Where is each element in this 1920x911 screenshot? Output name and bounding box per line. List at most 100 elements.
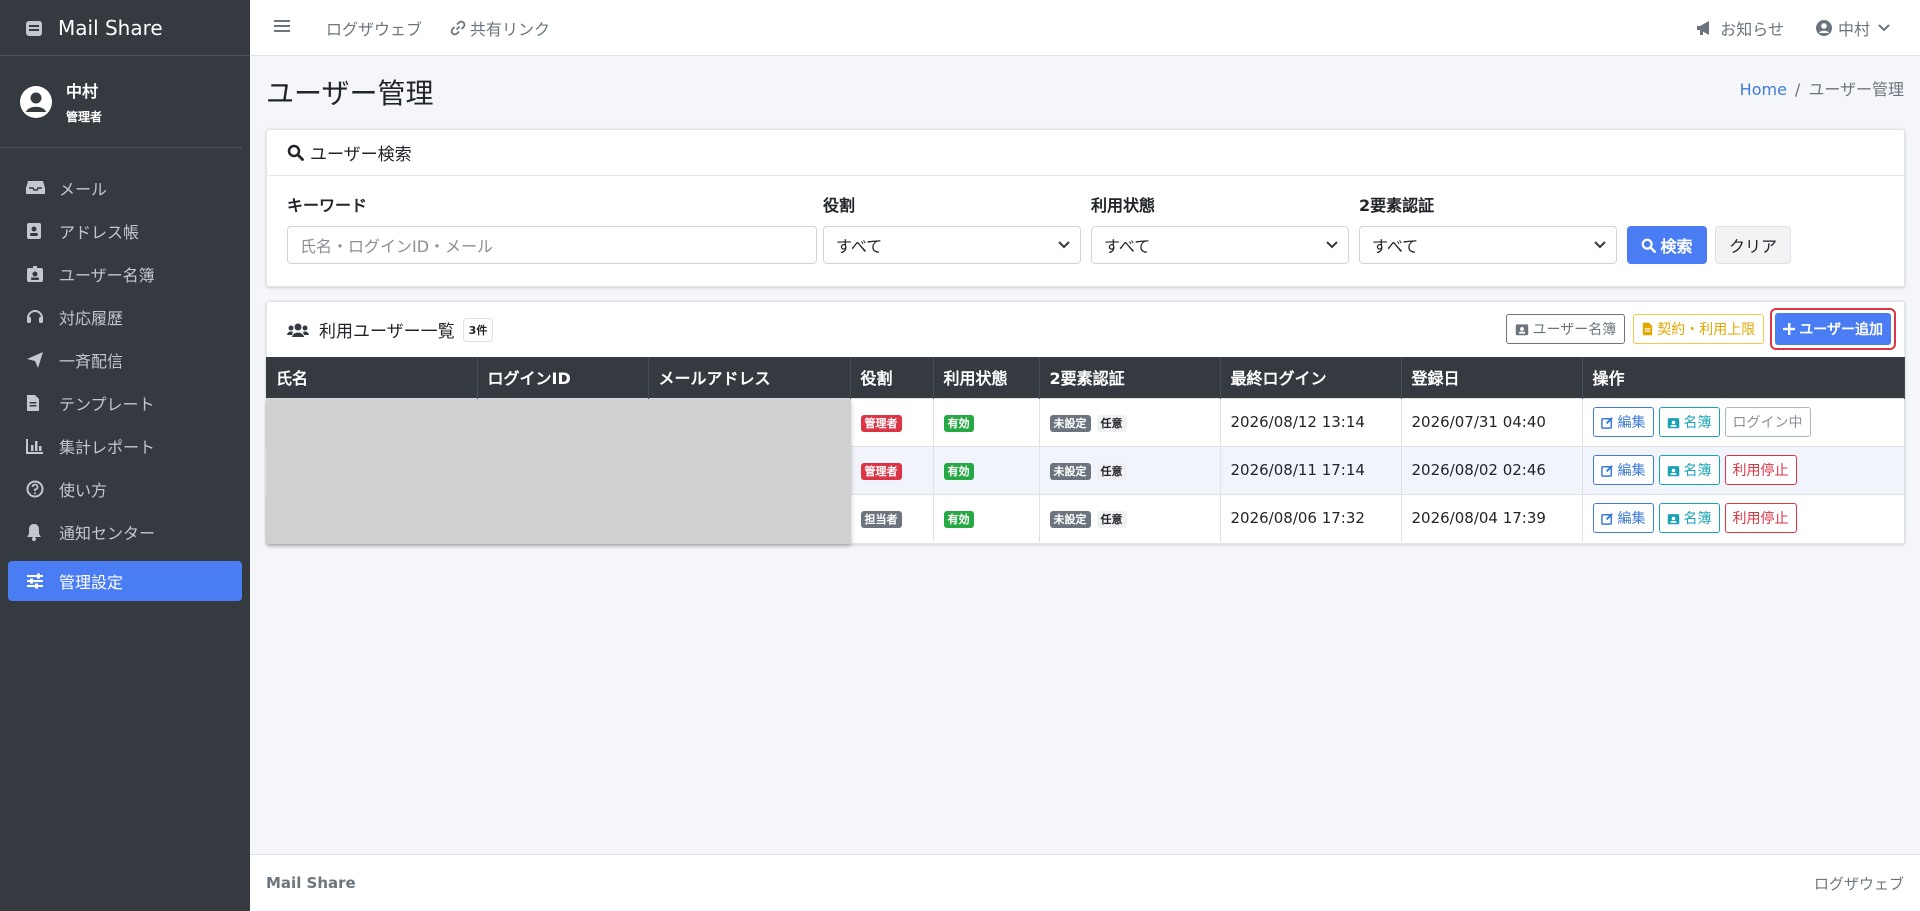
status-badge: 有効 — [943, 510, 974, 528]
clear-button[interactable]: クリア — [1715, 226, 1791, 264]
sidebar-item-template[interactable]: テンプレート — [0, 381, 250, 424]
column-header[interactable]: 2要素認証 — [1039, 357, 1221, 398]
user-menu[interactable]: 中村 — [1815, 16, 1896, 40]
user-role: 管理者 — [66, 110, 103, 124]
suspend-button[interactable]: 利用停止 — [1724, 455, 1797, 485]
search-card-title: ユーザー検索 — [310, 145, 412, 165]
column-header[interactable]: 最終ログイン — [1220, 357, 1402, 398]
column-header[interactable]: ログインID — [477, 357, 649, 398]
chevron-down-icon — [1326, 241, 1338, 249]
logged-in-button: ログイン中 — [1724, 407, 1811, 437]
user-directory-button[interactable]: ユーザー名簿 — [1505, 314, 1626, 344]
twofa-label: 2要素認証 — [1359, 196, 1435, 215]
file-icon — [26, 393, 50, 413]
id-badge-icon — [1515, 324, 1528, 336]
question-icon — [26, 479, 50, 499]
role-cell: 管理者 — [850, 397, 934, 446]
column-header[interactable]: メールアドレス — [648, 357, 851, 398]
breadcrumb-separator: / — [1794, 80, 1801, 99]
role-cell: 管理者 — [850, 445, 934, 494]
status-cell: 有効 — [933, 397, 1040, 446]
sidebar-item-history[interactable]: 対応履歴 — [0, 295, 250, 338]
main-content: ユーザー管理 Home / ユーザー管理 ユーザー検索 キーワード 氏名・ログインI… — [250, 56, 1920, 854]
status-select[interactable]: すべて — [1091, 226, 1349, 264]
sidebar-item-admin-settings[interactable]: 管理設定 — [8, 561, 242, 601]
column-header[interactable]: 役割 — [850, 357, 934, 398]
twofa-select-value: すべて — [1372, 237, 1419, 256]
status-cell: 有効 — [933, 493, 1040, 542]
breadcrumb: Home / ユーザー管理 — [1740, 76, 1904, 100]
twofa-cell: 未設定 任意 — [1039, 493, 1221, 542]
sidebar-nav: メール アドレス帳 ユーザー名簿 対応履歴 一斉配信 テンプレート 集計レポート — [0, 148, 250, 601]
user-directory-button-label: ユーザー名簿 — [1532, 322, 1617, 338]
search-card-header: ユーザー検索 — [267, 130, 1904, 176]
chevron-down-icon — [1878, 23, 1890, 31]
footer-link[interactable]: ログザウェブ — [1814, 873, 1904, 894]
directory-button[interactable]: 名簿 — [1658, 455, 1720, 485]
file-contract-icon — [1643, 322, 1653, 336]
twofa-select[interactable]: すべて — [1359, 226, 1617, 264]
suspend-button[interactable]: 利用停止 — [1724, 503, 1797, 534]
keyword-input[interactable]: 氏名・ログインID・メール — [287, 226, 817, 264]
sidebar-item-broadcast[interactable]: 一斉配信 — [0, 338, 250, 381]
role-select-value: すべて — [836, 237, 883, 256]
sidebar-item-user-directory[interactable]: ユーザー名簿 — [0, 252, 250, 295]
last-login-cell: 2026/08/06 17:32 — [1220, 493, 1402, 542]
directory-button-label: 名簿 — [1683, 415, 1712, 431]
sidebar-item-notifications[interactable]: 通知センター — [0, 510, 250, 553]
sidebar-item-label: メール — [59, 179, 108, 199]
add-user-button[interactable]: ユーザー追加 — [1775, 313, 1891, 345]
add-user-highlight: ユーザー追加 — [1770, 308, 1896, 350]
directory-button-label: 名簿 — [1683, 511, 1712, 528]
directory-button[interactable]: 名簿 — [1658, 407, 1720, 437]
sidebar-item-label: アドレス帳 — [59, 222, 140, 242]
edit-button[interactable]: 編集 — [1592, 455, 1654, 485]
top-link-logthe-web[interactable]: ログザウェブ — [326, 16, 422, 40]
edit-button[interactable]: 編集 — [1592, 503, 1654, 534]
contract-limit-button[interactable]: 契約・利用上限 — [1633, 314, 1765, 344]
breadcrumb-home-link[interactable]: Home — [1740, 80, 1787, 99]
registered-cell: 2026/08/04 17:39 — [1401, 493, 1583, 542]
brand[interactable]: Mail Share — [0, 0, 250, 56]
top-link-shared-links[interactable]: 共有リンク — [450, 16, 550, 40]
chart-icon — [26, 436, 50, 456]
shared-links-label: 共有リンク — [470, 19, 551, 39]
twofa-badge: 未設定 — [1049, 462, 1091, 480]
status-label: 利用状態 — [1091, 196, 1156, 215]
column-header[interactable]: 利用状態 — [933, 357, 1040, 398]
sidebar-item-mail[interactable]: メール — [0, 166, 250, 209]
users-icon — [287, 323, 309, 337]
twofa-optional-badge: 任意 — [1096, 462, 1127, 480]
search-button[interactable]: 検索 — [1627, 226, 1707, 264]
role-cell: 担当者 — [850, 493, 934, 542]
hamburger-menu-icon[interactable] — [274, 17, 290, 38]
role-label: 役割 — [823, 196, 856, 215]
directory-button[interactable]: 名簿 — [1658, 503, 1720, 534]
edit-icon — [1600, 512, 1613, 525]
sidebar-item-address-book[interactable]: アドレス帳 — [0, 209, 250, 252]
inbox-icon — [26, 178, 50, 198]
user-list-card: 利用ユーザー一覧 3件 ユーザー名簿 契約・利用上限 ユーザー追加 氏名 ログイ… — [266, 301, 1905, 544]
user-panel[interactable]: 中村 管理者 — [0, 56, 242, 148]
twofa-optional-badge: 任意 — [1096, 414, 1127, 432]
role-select[interactable]: すべて — [823, 226, 1081, 264]
last-login-cell: 2026/08/12 13:14 — [1220, 397, 1402, 446]
column-header[interactable]: 登録日 — [1401, 357, 1583, 398]
directory-button-label: 名簿 — [1683, 463, 1712, 479]
user-avatar-icon — [20, 85, 52, 118]
edit-button[interactable]: 編集 — [1592, 407, 1654, 437]
sidebar-item-label: 集計レポート — [59, 437, 156, 457]
chevron-down-icon — [1058, 241, 1070, 249]
role-badge: 担当者 — [860, 510, 902, 528]
sidebar-item-label: 使い方 — [59, 480, 108, 500]
twofa-field-group: 2要素認証 すべて — [1359, 192, 1617, 264]
sidebar-item-report[interactable]: 集計レポート — [0, 424, 250, 467]
column-header: 操作 — [1582, 357, 1905, 398]
sidebar-item-help[interactable]: 使い方 — [0, 467, 250, 510]
column-header[interactable]: 氏名 — [266, 357, 478, 398]
edit-icon — [1600, 416, 1613, 429]
id-badge-icon — [26, 264, 50, 284]
notice-link[interactable]: お知らせ — [1696, 16, 1784, 40]
search-icon — [287, 144, 304, 161]
add-user-button-label: ユーザー追加 — [1799, 322, 1883, 338]
